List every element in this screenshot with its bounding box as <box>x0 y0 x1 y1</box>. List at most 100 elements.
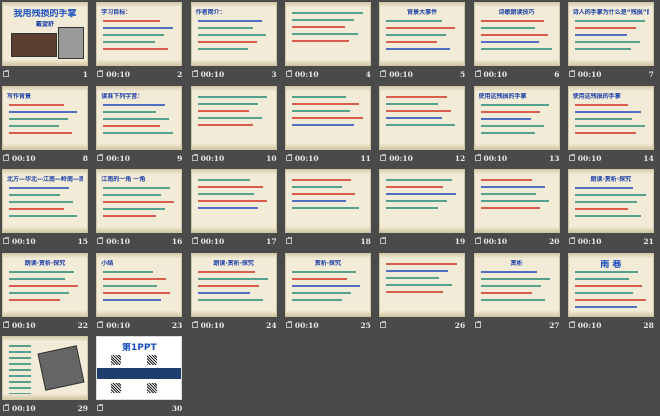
text-line <box>386 290 444 293</box>
text-line <box>386 116 443 119</box>
slide-thumbnail[interactable] <box>379 169 466 233</box>
slide-transition-icon[interactable] <box>191 153 198 161</box>
text-line <box>386 95 448 98</box>
text-line <box>197 207 258 209</box>
slide-transition-icon[interactable] <box>285 237 292 244</box>
slide-thumbnail[interactable]: 江南的一角 一角 <box>96 169 183 233</box>
slide-cell: 作者简介： 00:10 3 <box>190 2 279 82</box>
slide-thumbnail[interactable]: 使用这残损的手掌 <box>473 85 560 150</box>
slide-thumbnail[interactable] <box>284 2 371 66</box>
slide-thumbnail[interactable]: 赏析 <box>473 252 560 317</box>
slide-transition-icon[interactable] <box>474 153 481 161</box>
text-line <box>9 277 65 280</box>
slide-label: 00:10 21 <box>568 237 656 247</box>
text-line <box>197 179 250 181</box>
slide-transition-icon[interactable] <box>3 404 9 411</box>
slide-transition-icon[interactable] <box>285 153 292 161</box>
text-line <box>386 283 453 286</box>
slide-thumbnail[interactable]: 背景大事件 <box>379 2 466 66</box>
slide-transition-icon[interactable] <box>191 70 198 77</box>
slide-thumbnail[interactable] <box>379 252 466 317</box>
slide-title: 第1PPT <box>121 343 157 353</box>
text-line <box>574 110 641 113</box>
slide-transition-icon[interactable] <box>3 70 9 77</box>
slide-transition-icon[interactable] <box>3 237 9 244</box>
slide-transition-icon[interactable] <box>97 237 104 244</box>
slide-thumbnail[interactable]: 第1PPT <box>96 336 183 400</box>
text-line <box>386 34 447 36</box>
slide-cell: 学习目标： 00:10 2 <box>96 2 184 82</box>
slide-transition-icon[interactable] <box>191 237 198 244</box>
slide-transition-icon[interactable] <box>3 320 9 328</box>
text-line <box>9 201 73 203</box>
slide-label: 00:10 7 <box>568 70 656 80</box>
text-line <box>480 207 540 209</box>
slide-thumbnail[interactable]: 我用残损的手掌 戴望舒 <box>2 2 88 66</box>
slide-thumbnail[interactable] <box>190 85 277 150</box>
slide-title: 雨 巷 <box>600 259 622 270</box>
slide-title: 作者简介： <box>195 9 226 16</box>
slide-label: 00:10 10 <box>191 153 279 164</box>
slide-thumbnail[interactable]: 北方—华北—江南—岭南—南海 <box>2 169 88 233</box>
slide-transition-icon[interactable] <box>97 320 104 328</box>
slide-thumbnail[interactable]: 写作背景 <box>2 85 88 150</box>
text-line <box>197 48 248 50</box>
slide-thumbnail[interactable] <box>190 169 277 233</box>
qr-code-icon <box>111 355 122 365</box>
slide-label: 00:10 12 <box>379 153 467 164</box>
slide-thumbnail[interactable]: 诗歌朗读技巧 <box>473 2 560 66</box>
slide-thumbnail[interactable]: 朗读·赏析·探究 <box>2 252 88 317</box>
slide-transition-icon[interactable] <box>285 70 292 77</box>
slide-cell: 00:10 17 <box>190 169 279 249</box>
slide-transition-icon[interactable] <box>97 70 104 77</box>
slide-transition-icon[interactable] <box>285 320 292 328</box>
slide-thumbnail[interactable]: 朗读·赏析·探究 <box>567 169 654 233</box>
slide-transition-icon[interactable] <box>568 320 575 328</box>
text-line <box>480 277 550 280</box>
slide-thumbnail[interactable]: 作者简介： <box>190 2 277 66</box>
slide-thumbnail[interactable]: 赏析·探究 <box>284 252 371 317</box>
slide-transition-icon[interactable] <box>97 153 104 161</box>
slide-transition-icon[interactable] <box>568 237 575 244</box>
text-line <box>480 103 549 106</box>
slide-thumbnail[interactable]: 诗人的手掌为什么是“残损”的？ <box>567 2 654 66</box>
text-line <box>480 179 532 181</box>
slide-cell: 江南的一角 一角 00:10 16 <box>96 169 184 249</box>
slide-thumbnail[interactable] <box>284 169 371 233</box>
text-line <box>197 109 249 112</box>
slide-cell: 诗人的手掌为什么是“残损”的？ 00:10 7 <box>567 2 656 82</box>
slide-number: 11 <box>360 153 371 163</box>
text-line <box>574 48 631 50</box>
slide-transition-icon[interactable] <box>380 320 387 328</box>
slide-transition-icon[interactable] <box>380 70 387 77</box>
slide-cell: 使用这残损的手掌 00:10 14 <box>567 85 656 166</box>
slide-transition-icon[interactable] <box>474 70 481 77</box>
slide-thumbnail[interactable] <box>379 85 466 150</box>
text-line <box>291 109 350 112</box>
slide-cell: 00:10 20 <box>473 169 562 249</box>
slide-transition-icon[interactable] <box>568 70 575 77</box>
slide-thumbnail[interactable]: 使用这残损的手掌 <box>567 85 654 150</box>
slide-transition-icon[interactable] <box>3 153 9 161</box>
slide-transition-icon[interactable] <box>474 237 481 244</box>
slide-thumbnail[interactable]: 读准下列字音： <box>96 85 183 150</box>
slide-timing: 00:10 <box>483 153 508 163</box>
slide-thumbnail[interactable]: 小结 <box>96 252 183 317</box>
slide-transition-icon[interactable] <box>474 320 481 328</box>
slide-thumbnail[interactable]: 雨 巷 <box>567 252 654 317</box>
slide-cell: 小结 00:10 23 <box>96 252 184 333</box>
slide-transition-icon[interactable] <box>380 153 387 161</box>
slide-title: 我用残损的手掌 <box>13 9 77 19</box>
text-line <box>103 277 167 280</box>
slide-thumbnail[interactable] <box>284 85 371 150</box>
slide-transition-icon[interactable] <box>380 237 387 244</box>
slide-transition-icon[interactable] <box>97 404 104 411</box>
slide-thumbnail[interactable] <box>2 336 88 400</box>
slide-transition-icon[interactable] <box>568 153 575 161</box>
slide-thumbnail[interactable] <box>473 169 560 233</box>
slide-transition-icon[interactable] <box>191 320 198 328</box>
slide-cell: 朗读·赏析·探究 00:10 21 <box>567 169 656 249</box>
slide-number: 25 <box>360 320 371 330</box>
slide-thumbnail[interactable]: 学习目标： <box>96 2 183 66</box>
slide-thumbnail[interactable]: 朗读·赏析·探究 <box>190 252 277 317</box>
